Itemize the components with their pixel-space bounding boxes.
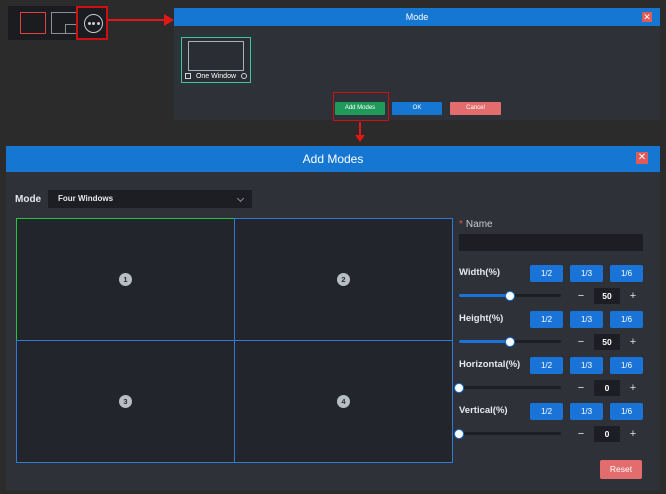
decrement-button[interactable]: −	[572, 288, 590, 304]
name-label-text: Name	[465, 219, 493, 230]
fraction-half-button[interactable]: 1/2	[530, 311, 563, 328]
stepper-value[interactable]: 50	[594, 334, 620, 350]
control-label: Width(%)	[459, 267, 501, 278]
chevron-down-icon	[236, 194, 245, 203]
horizontal-control: Horizontal(%) 1/2 1/3 1/6 − 0 +	[454, 357, 649, 405]
cancel-button[interactable]: Cancel	[450, 102, 501, 115]
vertical-control: Vertical(%) 1/2 1/3 1/6 − 0 +	[454, 403, 649, 451]
close-icon[interactable]: ✕	[642, 12, 652, 22]
decrement-button[interactable]: −	[572, 426, 590, 442]
fraction-sixth-button[interactable]: 1/6	[610, 265, 643, 282]
more-icon[interactable]	[84, 14, 103, 33]
fraction-third-button[interactable]: 1/3	[570, 403, 603, 420]
fraction-sixth-button[interactable]: 1/6	[610, 357, 643, 374]
stepper-value[interactable]: 0	[594, 380, 620, 396]
fraction-third-button[interactable]: 1/3	[570, 311, 603, 328]
window-cell-2[interactable]: 2	[234, 218, 453, 341]
stepper-value[interactable]: 0	[594, 426, 620, 442]
horizontal-stepper: − 0 +	[572, 380, 642, 396]
slider-handle[interactable]	[454, 382, 464, 393]
window-cell-1[interactable]: 1	[16, 218, 235, 341]
mode-dialog-header: Mode ✕	[174, 8, 660, 26]
height-slider[interactable]	[459, 336, 561, 347]
height-stepper: − 50 +	[572, 334, 642, 350]
reset-button[interactable]: Reset	[600, 460, 642, 479]
add-modes-header: Add Modes ✕	[6, 146, 660, 172]
mode-select[interactable]: Four Windows	[48, 190, 252, 208]
slider-handle[interactable]	[454, 428, 464, 439]
settings-icon[interactable]	[241, 73, 247, 79]
ok-button[interactable]: OK	[392, 102, 442, 115]
slider-fill	[459, 294, 510, 297]
window-number-badge: 2	[337, 273, 350, 286]
fraction-half-button[interactable]: 1/2	[530, 403, 563, 420]
vertical-slider[interactable]	[454, 428, 561, 439]
mode-select-value: Four Windows	[58, 194, 114, 203]
vertical-stepper: − 0 +	[572, 426, 642, 442]
decrement-button[interactable]: −	[572, 334, 590, 350]
window-number-badge: 4	[337, 395, 350, 408]
add-modes-dialog: Add Modes ✕ Mode Four Windows 1 2 3 4 * N…	[6, 146, 660, 490]
fraction-half-button[interactable]: 1/2	[530, 265, 563, 282]
name-input[interactable]	[459, 234, 643, 251]
stepper-value[interactable]: 50	[594, 288, 620, 304]
mode-dialog-title: Mode	[405, 12, 429, 22]
increment-button[interactable]: +	[624, 288, 642, 304]
arrow-right-icon	[108, 14, 174, 26]
fraction-third-button[interactable]: 1/3	[570, 357, 603, 374]
mode-card-preview	[188, 41, 244, 71]
width-control: Width(%) 1/2 1/3 1/6 − 50 +	[459, 265, 649, 313]
mode-label: Mode	[15, 194, 42, 205]
fraction-third-button[interactable]: 1/3	[570, 265, 603, 282]
width-slider[interactable]	[459, 290, 561, 301]
fraction-sixth-button[interactable]: 1/6	[610, 403, 643, 420]
horizontal-slider[interactable]	[454, 382, 561, 393]
arrow-down-icon	[355, 122, 365, 142]
required-marker: *	[459, 219, 463, 230]
control-label: Height(%)	[459, 313, 504, 324]
add-modes-button[interactable]: Add Modes	[335, 102, 385, 115]
height-control: Height(%) 1/2 1/3 1/6 − 50 +	[459, 311, 649, 359]
window-toolbar	[8, 6, 108, 40]
window-cell-4[interactable]: 4	[234, 340, 453, 463]
mode-card-label: One Window	[195, 73, 237, 80]
increment-button[interactable]: +	[624, 380, 642, 396]
control-label: Vertical(%)	[459, 405, 508, 416]
more-highlight-box	[76, 6, 108, 40]
increment-button[interactable]: +	[624, 426, 642, 442]
window-layout-grid: 1 2 3 4	[16, 218, 453, 463]
mode-dialog: Mode ✕ One Window Add Modes OK Cancel	[174, 8, 660, 121]
add-modes-title: Add Modes	[302, 152, 364, 166]
window-cell-3[interactable]: 3	[16, 340, 235, 463]
slider-fill	[459, 340, 510, 343]
slider-handle[interactable]	[505, 290, 515, 301]
decrement-button[interactable]: −	[572, 380, 590, 396]
slider-handle[interactable]	[505, 336, 515, 347]
mode-card-one-window[interactable]: One Window	[181, 37, 251, 83]
name-label: * Name	[459, 219, 493, 230]
control-label: Horizontal(%)	[459, 359, 521, 370]
window-number-badge: 1	[119, 273, 132, 286]
multi-window-icon[interactable]	[51, 12, 77, 34]
width-stepper: − 50 +	[572, 288, 642, 304]
fraction-half-button[interactable]: 1/2	[530, 357, 563, 374]
increment-button[interactable]: +	[624, 334, 642, 350]
window-number-badge: 3	[119, 395, 132, 408]
close-icon[interactable]: ✕	[636, 152, 648, 164]
fraction-sixth-button[interactable]: 1/6	[610, 311, 643, 328]
single-window-icon[interactable]	[20, 12, 46, 34]
